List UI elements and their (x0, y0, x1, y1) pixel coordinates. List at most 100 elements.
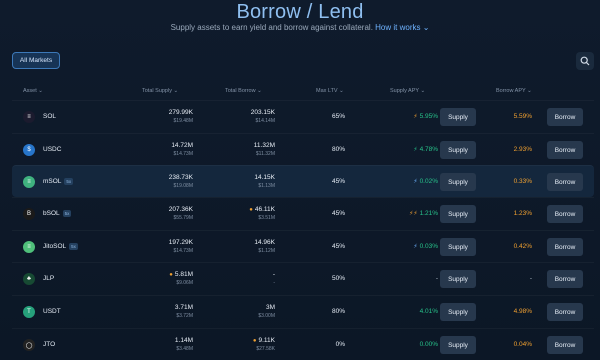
supply-apy: ⚡⚡ 1.21% (409, 210, 438, 217)
total-supply: 3.71M (174, 304, 193, 311)
borrow-button[interactable]: Borrow (547, 303, 583, 321)
total-supply-usd: $55.79M (173, 215, 193, 221)
all-markets-button[interactable]: All Markets (12, 52, 60, 69)
column-total-supply[interactable]: Total Supply ⌄ (142, 88, 178, 94)
asset-name: bSOL 5x (43, 210, 72, 217)
asset-name: JLP (43, 275, 54, 282)
asset-symbol: JitoSOL (43, 243, 67, 250)
total-supply: 197.29K (168, 239, 193, 246)
supply-button[interactable]: Supply (440, 108, 476, 126)
total-borrow-usd: - (273, 280, 275, 286)
table-row[interactable]: $ USDC 14.72M $14.73M 11.32M $11.32M 80%… (12, 133, 594, 165)
bsol-icon: B (23, 208, 35, 220)
supply-button[interactable]: Supply (440, 238, 476, 256)
table-row[interactable]: ♣ JLP ● 5.81M $9.06M - - 50% - Supply - B… (12, 262, 594, 294)
column-asset[interactable]: Asset ⌄ (23, 88, 43, 94)
total-supply: 1.14M (174, 337, 193, 344)
borrow-apy: 2.93% (513, 146, 532, 153)
supply-apy: ⚡ 0.03% (413, 243, 438, 250)
bear-icon: ● (249, 207, 253, 213)
total-borrow-usd: $14.14M (255, 118, 275, 124)
table-row[interactable]: ≡ mSOL 5x 238.73K $19.08M 14.15K $1.13M 4… (12, 165, 594, 197)
how-it-works-link[interactable]: How it works ⌄ (375, 23, 429, 32)
total-borrow: ● 9.11K (252, 337, 275, 344)
asset-symbol: mSOL (43, 178, 62, 185)
jlp-icon: ♣ (23, 273, 35, 285)
supply-apy: ⚡ 4.78% (413, 146, 438, 153)
table-row[interactable]: ◯ JTO 1.14M $3.48M ● 9.11K $27.58K 0% 0.0… (12, 328, 594, 360)
column-max-ltv[interactable]: Max LTV ⌄ (316, 88, 344, 94)
table-row[interactable]: T USDT 3.71M $3.72M 3M $3.00M 80% 4.01% … (12, 295, 594, 327)
supply-apy: 0.00% (419, 341, 438, 348)
asset-symbol: JLP (43, 275, 55, 282)
total-borrow-usd: $1.12M (258, 248, 275, 254)
page-subtitle: Supply assets to earn yield and borrow a… (0, 23, 600, 32)
borrow-apy: 1.23% (513, 210, 532, 217)
borrow-button[interactable]: Borrow (547, 141, 583, 159)
supply-button[interactable]: Supply (440, 336, 476, 354)
total-borrow-usd: $3.51M (258, 215, 275, 221)
total-borrow: 11.32M (253, 142, 275, 149)
supply-apy: ⚡ 0.02% (413, 178, 438, 185)
total-supply: 207.36K (168, 206, 193, 213)
max-ltv: 45% (331, 210, 345, 217)
total-borrow: 3M (265, 304, 275, 311)
asset-symbol: USDC (43, 146, 62, 153)
asset-name: JTO (43, 341, 55, 348)
search-icon (580, 56, 590, 66)
boost-icon: ⚡ (413, 179, 418, 185)
msol-icon: ≡ (23, 176, 35, 188)
asset-symbol: JTO (43, 341, 56, 348)
asset-name: USDT (43, 308, 61, 315)
total-borrow: ● 46.11K (249, 206, 275, 213)
borrow-button[interactable]: Borrow (547, 173, 583, 191)
borrow-button[interactable]: Borrow (547, 108, 583, 126)
total-supply-usd: $19.48M (173, 118, 193, 124)
search-button[interactable] (576, 52, 594, 70)
total-supply-usd: $19.08M (173, 183, 193, 189)
total-supply-usd: $9.06M (176, 280, 193, 286)
usdc-icon: $ (23, 144, 35, 156)
total-borrow: - (272, 271, 275, 278)
supply-button[interactable]: Supply (440, 205, 476, 223)
column-borrow-apy[interactable]: Borrow APY ⌄ (496, 88, 532, 94)
total-supply-usd: $3.48M (176, 346, 193, 352)
borrow-button[interactable]: Borrow (547, 336, 583, 354)
borrow-apy: 4.98% (513, 308, 532, 315)
table-row[interactable]: B bSOL 5x 207.36K $55.79M ● 46.11K $3.51M … (12, 197, 594, 229)
column-supply-apy[interactable]: Supply APY ⌄ (390, 88, 425, 94)
total-supply: 14.72M (171, 142, 193, 149)
table-row[interactable]: ≡ JitoSOL 5x 197.29K $14.73M 14.96K $1.12… (12, 230, 594, 262)
leverage-badge: 5x (64, 178, 74, 185)
boost-icon: ⚡⚡ (409, 211, 418, 217)
total-supply: ● 5.81M (169, 271, 193, 278)
asset-name: mSOL 5x (43, 178, 74, 185)
borrow-button[interactable]: Borrow (547, 238, 583, 256)
supply-apy: 4.01% (419, 308, 438, 315)
asset-symbol: SOL (43, 113, 57, 120)
total-supply: 279.99K (168, 109, 193, 116)
total-borrow-usd: $11.32M (255, 151, 275, 157)
table-header: Asset ⌄ Total Supply ⌄ Total Borrow ⌄ Ma… (0, 88, 600, 98)
supply-button[interactable]: Supply (440, 270, 476, 288)
supply-button[interactable]: Supply (440, 141, 476, 159)
total-supply: 238.73K (168, 174, 193, 181)
supply-apy: - (435, 275, 438, 282)
total-supply-usd: $14.73M (173, 151, 193, 157)
table-row[interactable]: ≡ SOL 279.99K $19.48M 203.15K $14.14M 65… (12, 100, 594, 132)
boost-icon: ⚡ (413, 147, 418, 153)
borrow-button[interactable]: Borrow (547, 205, 583, 223)
supply-button[interactable]: Supply (440, 173, 476, 191)
column-total-borrow[interactable]: Total Borrow ⌄ (225, 88, 262, 94)
total-borrow: 203.15K (250, 109, 275, 116)
sol-icon: ≡ (23, 111, 35, 123)
max-ltv: 45% (331, 243, 345, 250)
page-title: Borrow / Lend (236, 1, 364, 23)
leverage-badge: 5x (69, 243, 78, 250)
borrow-button[interactable]: Borrow (547, 270, 583, 288)
bear-icon: ● (169, 272, 173, 278)
total-supply-usd: $14.73M (173, 248, 193, 254)
max-ltv: 0% (335, 341, 345, 348)
supply-button[interactable]: Supply (440, 303, 476, 321)
total-borrow-usd: $27.58K (256, 346, 275, 352)
